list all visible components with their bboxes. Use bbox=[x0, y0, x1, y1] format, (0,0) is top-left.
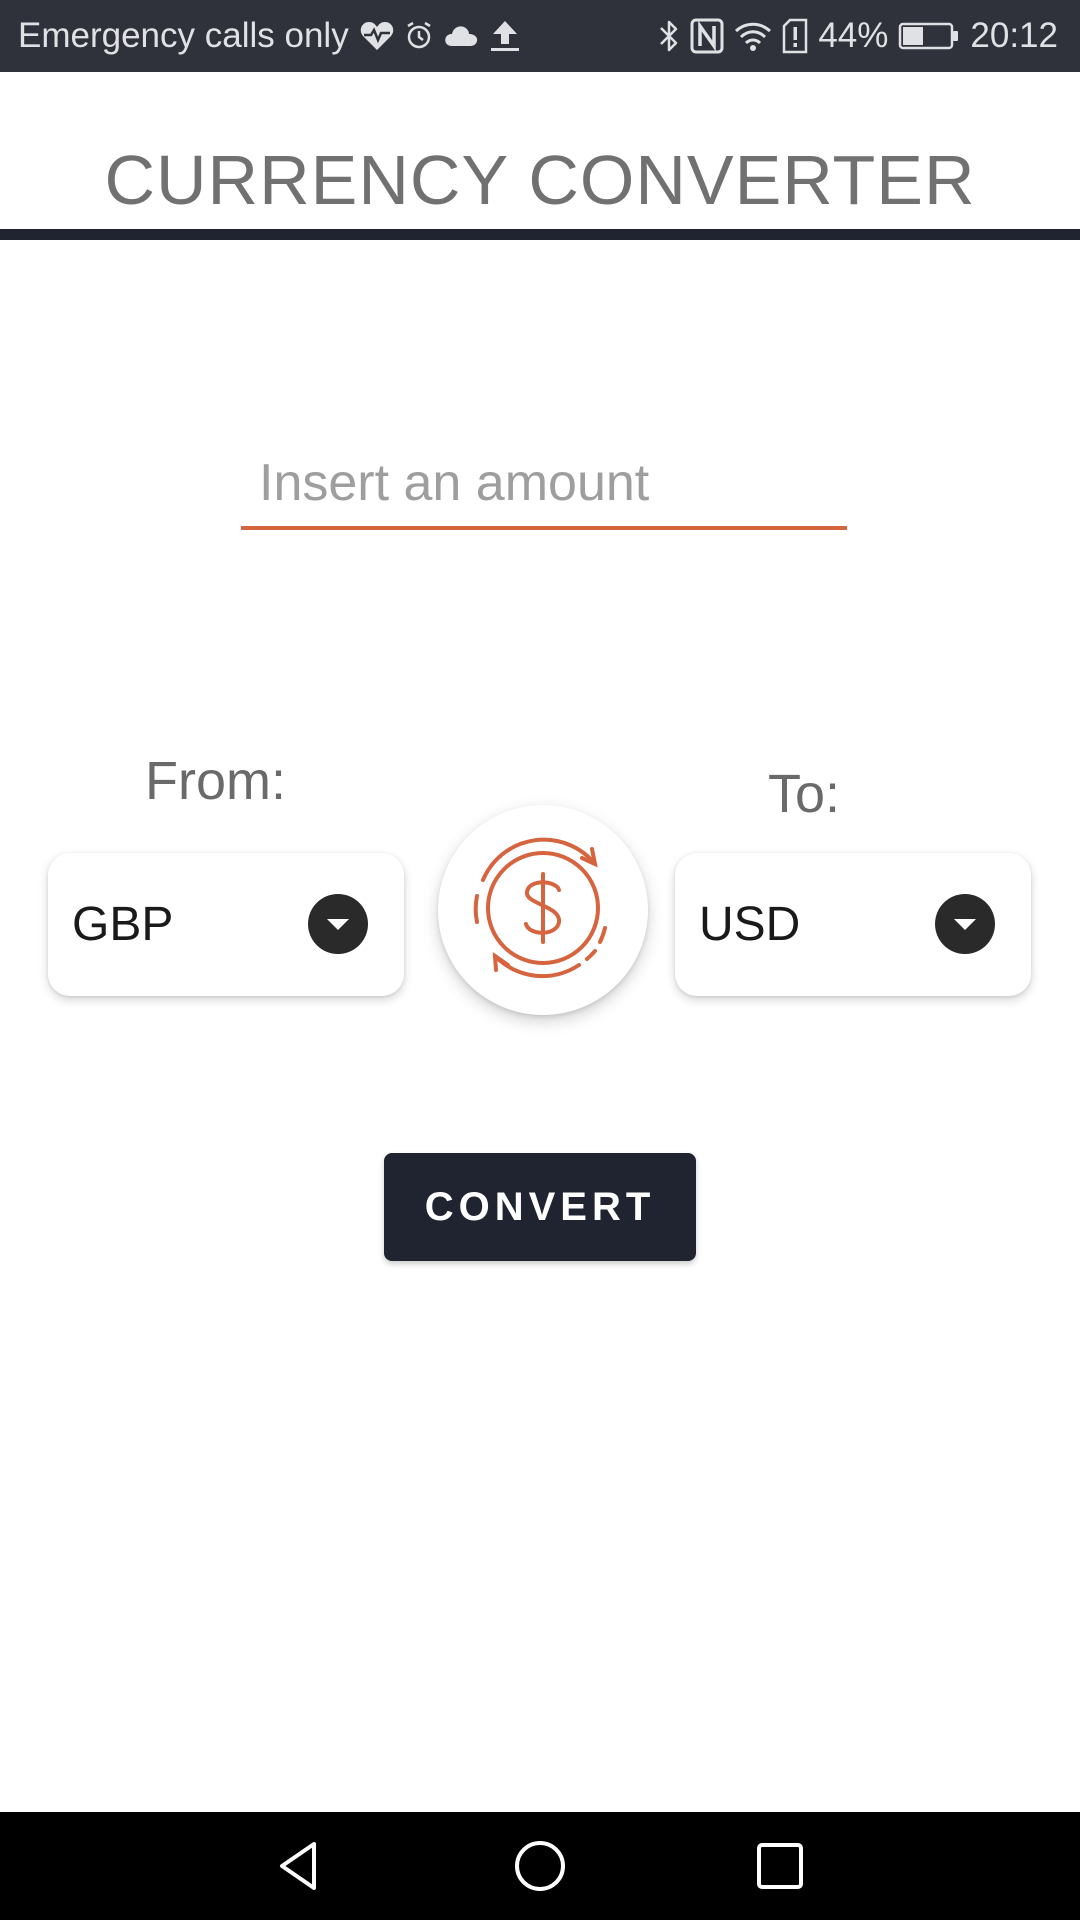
convert-button[interactable]: CONVERT bbox=[384, 1153, 696, 1261]
system-nav-bar bbox=[0, 1812, 1080, 1920]
from-currency-select[interactable]: GBP bbox=[48, 853, 404, 996]
alarm-icon bbox=[405, 21, 433, 51]
to-currency-value: USD bbox=[699, 898, 801, 951]
status-right: 44% 20:12 bbox=[658, 0, 1058, 72]
app-screen: Emergency calls only 44% 20:12 CURRENCY … bbox=[0, 0, 1080, 1920]
clock: 20:12 bbox=[970, 16, 1058, 55]
title-divider bbox=[0, 229, 1080, 240]
from-label: From: bbox=[145, 751, 286, 811]
nfc-icon bbox=[690, 18, 724, 54]
heart-pulse-icon bbox=[359, 20, 395, 52]
to-currency-select[interactable]: USD bbox=[675, 853, 1031, 996]
chevron-down-icon bbox=[935, 894, 995, 954]
carrier-text: Emergency calls only bbox=[18, 16, 349, 55]
page-title: CURRENCY CONVERTER bbox=[104, 141, 976, 219]
swap-currencies-button[interactable] bbox=[438, 805, 648, 1015]
chevron-down-icon bbox=[308, 894, 368, 954]
battery-percent: 44% bbox=[818, 16, 889, 55]
bluetooth-icon bbox=[658, 18, 680, 54]
upload-icon bbox=[489, 19, 521, 53]
recents-icon[interactable] bbox=[744, 1830, 816, 1902]
amount-input[interactable] bbox=[241, 440, 847, 530]
wifi-icon bbox=[734, 20, 772, 52]
status-left: Emergency calls only bbox=[18, 0, 521, 72]
to-label: To: bbox=[768, 764, 841, 824]
status-bar: Emergency calls only 44% 20:12 bbox=[0, 0, 1080, 72]
back-icon[interactable] bbox=[264, 1830, 336, 1902]
currency-exchange-icon bbox=[453, 818, 633, 1003]
cloud-icon bbox=[443, 24, 479, 48]
sim-alert-icon bbox=[782, 18, 808, 54]
battery-icon bbox=[898, 21, 960, 51]
from-currency-value: GBP bbox=[72, 898, 174, 951]
home-icon[interactable] bbox=[504, 1830, 576, 1902]
